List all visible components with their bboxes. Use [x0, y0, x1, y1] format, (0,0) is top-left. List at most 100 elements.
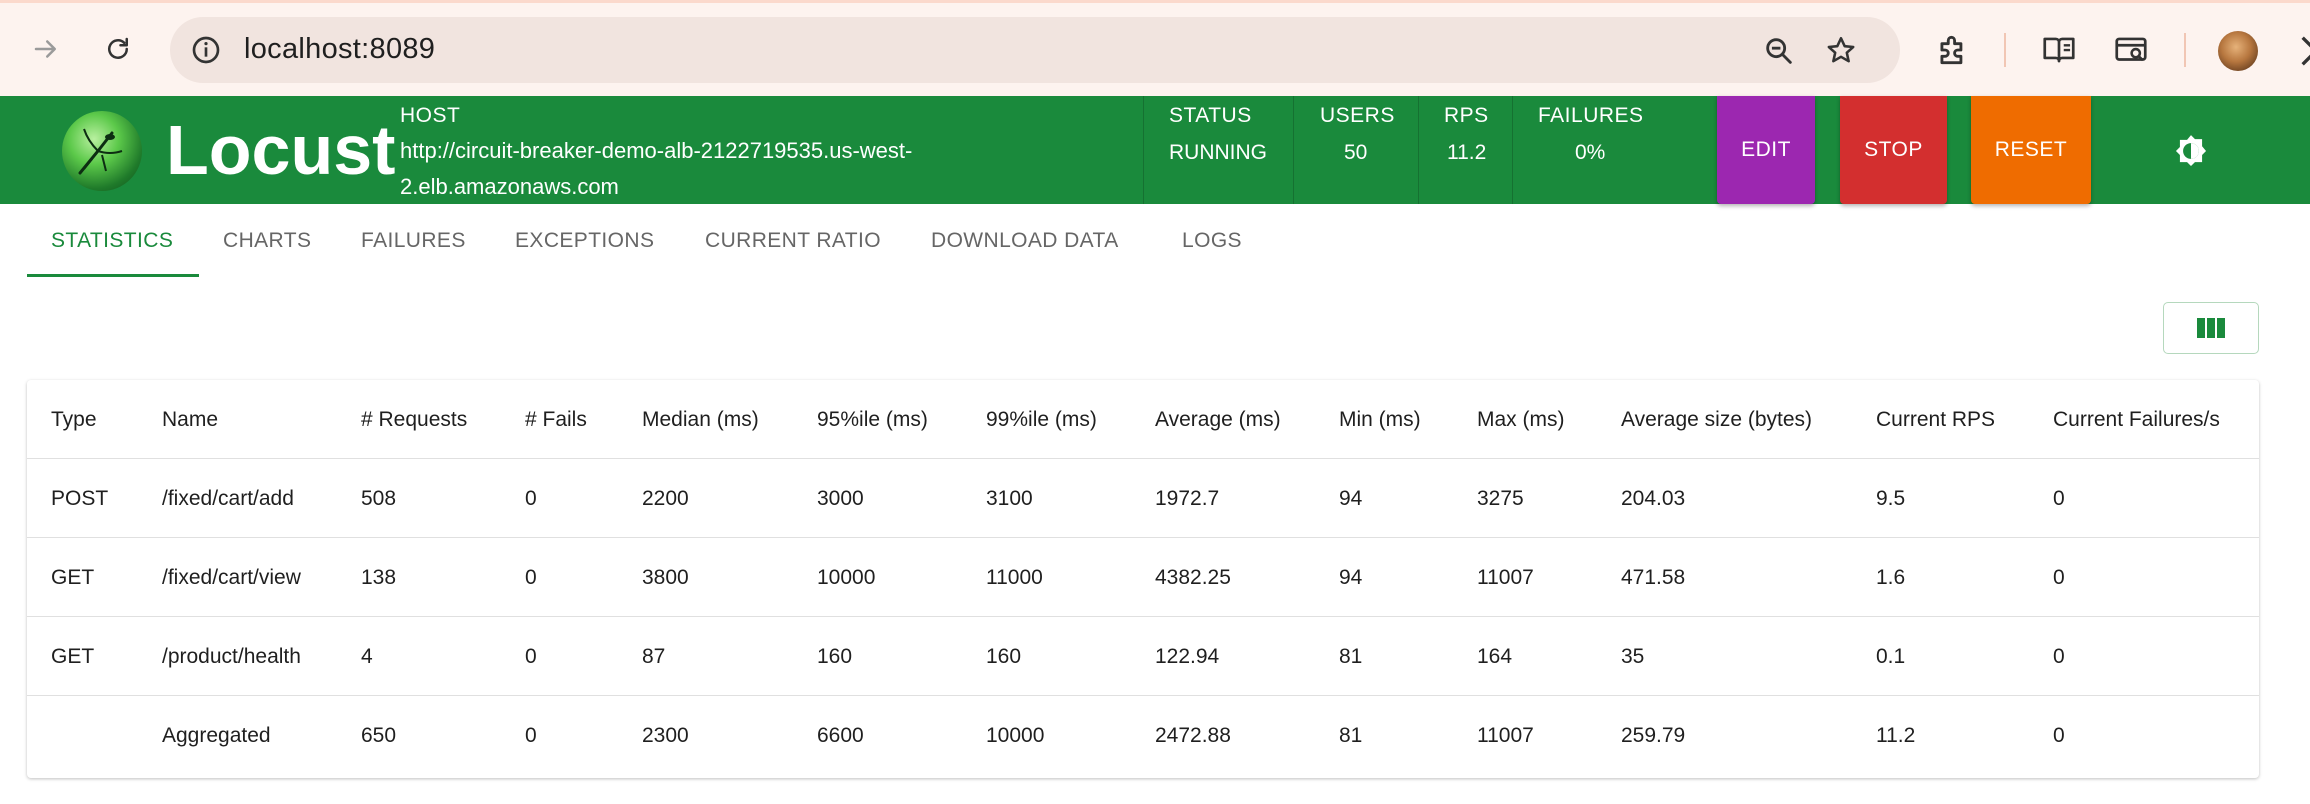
column-header[interactable]: Median (ms): [642, 380, 759, 459]
rps-label: RPS: [1444, 104, 1489, 127]
column-header[interactable]: # Requests: [361, 380, 467, 459]
cell-name: /fixed/cart/view: [162, 565, 301, 589]
failures-label: FAILURES: [1538, 104, 1644, 127]
column-header[interactable]: Min (ms): [1339, 380, 1421, 459]
header-divider: [1293, 96, 1294, 204]
column-header[interactable]: # Fails: [525, 380, 587, 459]
header-divider: [1143, 96, 1144, 204]
cell-median: 2200: [642, 486, 689, 510]
cell-average: 1972.7: [1155, 486, 1220, 510]
more-menu-icon[interactable]: [2296, 31, 2310, 71]
cell-requests: 650: [361, 723, 397, 747]
column-header[interactable]: Current Failures/s: [2053, 380, 2220, 459]
cell-fails: 0: [525, 486, 537, 510]
site-info-icon[interactable]: [190, 34, 222, 66]
cell-requests: 138: [361, 565, 397, 589]
cell-p99: 3100: [986, 486, 1033, 510]
header-divider: [1512, 96, 1513, 204]
toolbar-divider: [2004, 33, 2006, 67]
column-header[interactable]: Average (ms): [1155, 380, 1281, 459]
cell-name: /product/health: [162, 644, 301, 668]
cell-median: 3800: [642, 565, 689, 589]
cell-average: 2472.88: [1155, 723, 1231, 747]
cell-name: Aggregated: [162, 723, 271, 747]
cell-average: 122.94: [1155, 644, 1220, 668]
toolbar-divider: [2184, 33, 2186, 67]
column-header[interactable]: Max (ms): [1477, 380, 1565, 459]
active-tab-indicator: [27, 274, 199, 277]
table-row: POST /fixed/cart/add 508 0 2200 3000 310…: [27, 459, 2259, 538]
cell-min: 94: [1339, 486, 1363, 510]
tab-current-ratio[interactable]: CURRENT RATIO: [705, 204, 881, 278]
reload-icon[interactable]: [98, 29, 138, 69]
cell-type: POST: [51, 486, 109, 510]
cell-fails: 0: [525, 644, 537, 668]
cell-p95: 3000: [817, 486, 864, 510]
bookmark-star-icon[interactable]: [1824, 34, 1858, 68]
column-header[interactable]: 99%ile (ms): [986, 380, 1097, 459]
statistics-table: Type Name # Requests # Fails Median (ms)…: [27, 380, 2259, 778]
reset-button[interactable]: RESET: [1971, 96, 2091, 204]
profile-avatar[interactable]: [2218, 31, 2258, 71]
cell-avg-size: 471.58: [1621, 565, 1686, 589]
tab-failures[interactable]: FAILURES: [361, 204, 466, 278]
cell-max: 11007: [1477, 565, 1534, 589]
cell-requests: 4: [361, 644, 373, 668]
locust-logo-icon: [62, 111, 142, 191]
column-header[interactable]: Current RPS: [1876, 380, 1995, 459]
header-divider: [1418, 96, 1419, 204]
tab-exceptions[interactable]: EXCEPTIONS: [515, 204, 654, 278]
table-row: GET /fixed/cart/view 138 0 3800 10000 11…: [27, 538, 2259, 617]
users-label: USERS: [1320, 104, 1395, 127]
cell-average: 4382.25: [1155, 565, 1231, 589]
cell-name: /fixed/cart/add: [162, 486, 294, 510]
cell-current-failures: 0: [2053, 644, 2065, 668]
cell-requests: 508: [361, 486, 397, 510]
tab-logs[interactable]: LOGS: [1182, 204, 1242, 278]
tab-download-data[interactable]: DOWNLOAD DATA: [931, 204, 1119, 278]
table-header-row: Type Name # Requests # Fails Median (ms)…: [27, 380, 2259, 459]
forward-icon[interactable]: [26, 29, 66, 69]
column-selector-button[interactable]: [2163, 302, 2259, 354]
cell-median: 2300: [642, 723, 689, 747]
cell-current-failures: 0: [2053, 723, 2065, 747]
cell-type: GET: [51, 565, 95, 589]
cell-median: 87: [642, 644, 666, 668]
cell-p99: 11000: [986, 565, 1043, 589]
column-header[interactable]: Name: [162, 380, 218, 459]
cell-min: 81: [1339, 644, 1363, 668]
stop-button[interactable]: STOP: [1840, 96, 1947, 204]
cell-fails: 0: [525, 565, 537, 589]
table-row-aggregated: Aggregated 650 0 2300 6600 10000 2472.88…: [27, 696, 2259, 775]
failures-value: 0%: [1575, 141, 1606, 164]
column-header[interactable]: Average size (bytes): [1621, 380, 1812, 459]
tab-statistics[interactable]: STATISTICS: [51, 204, 173, 278]
edit-button[interactable]: EDIT: [1717, 96, 1815, 204]
cell-p95: 10000: [817, 565, 876, 589]
zoom-icon[interactable]: [1762, 34, 1796, 68]
cell-fails: 0: [525, 723, 537, 747]
cell-p99: 10000: [986, 723, 1045, 747]
locust-header: Locust HOST http://circuit-breaker-demo-…: [0, 96, 2310, 204]
reading-mode-icon[interactable]: [2040, 31, 2078, 69]
theme-toggle-icon[interactable]: [2172, 132, 2210, 170]
rps-value: 11.2: [1447, 141, 1487, 164]
tab-charts[interactable]: CHARTS: [223, 204, 311, 278]
browser-toolbar: localhost:8089: [0, 0, 2310, 96]
url-text[interactable]: localhost:8089: [244, 33, 435, 66]
column-header[interactable]: 95%ile (ms): [817, 380, 928, 459]
cell-current-rps: 9.5: [1876, 486, 1906, 510]
cell-avg-size: 259.79: [1621, 723, 1686, 747]
cell-max: 164: [1477, 644, 1513, 668]
address-bar[interactable]: localhost:8089: [170, 17, 1900, 83]
cell-current-rps: 1.6: [1876, 565, 1906, 589]
cell-p99: 160: [986, 644, 1022, 668]
tab-search-icon[interactable]: [2112, 31, 2150, 69]
cell-p95: 6600: [817, 723, 864, 747]
column-header[interactable]: Type: [51, 380, 97, 459]
table-row: GET /product/health 4 0 87 160 160 122.9…: [27, 617, 2259, 696]
cell-current-failures: 0: [2053, 486, 2065, 510]
status-label: STATUS: [1169, 104, 1252, 127]
extensions-icon[interactable]: [1934, 31, 1972, 69]
status-value: RUNNING: [1169, 141, 1267, 164]
